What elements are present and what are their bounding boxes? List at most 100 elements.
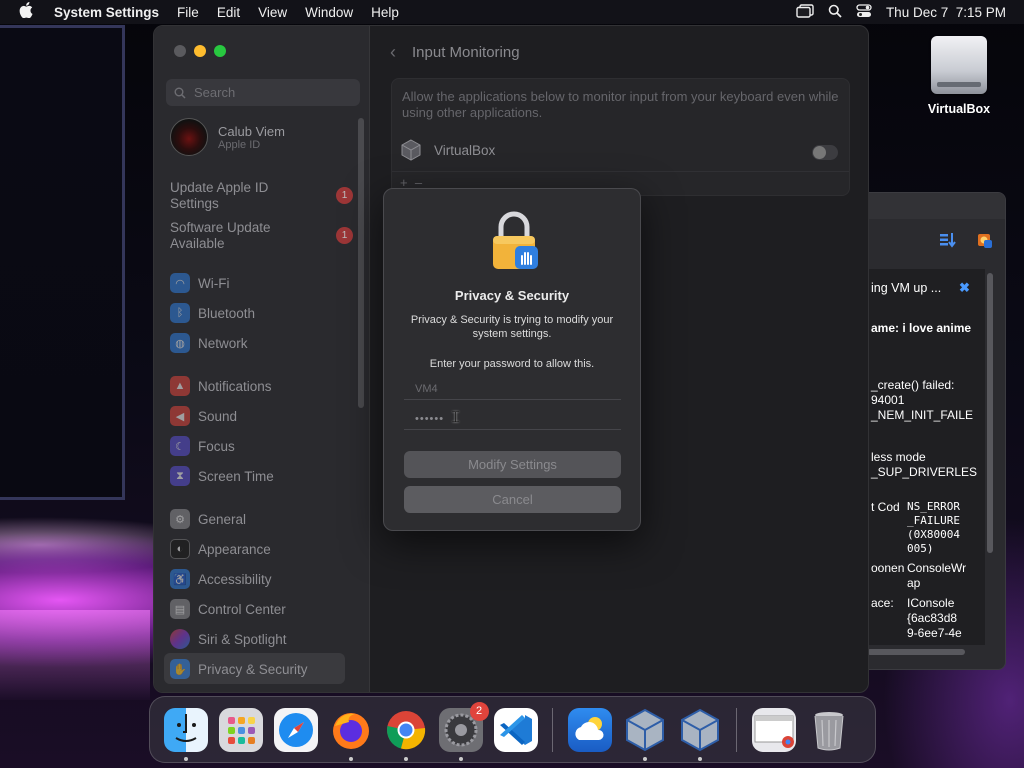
dock-launchpad[interactable] bbox=[218, 707, 263, 752]
menu-edit[interactable]: Edit bbox=[208, 5, 249, 20]
sidebar-item-label: Network bbox=[198, 335, 248, 351]
log-value: {6ac83d8 bbox=[907, 611, 958, 625]
spotlight-search-icon[interactable] bbox=[828, 4, 842, 21]
dock-chrome[interactable] bbox=[384, 708, 428, 761]
running-indicator bbox=[642, 756, 647, 761]
safari-compass-icon bbox=[278, 712, 313, 747]
log-value: NS_ERROR bbox=[907, 500, 960, 513]
menu-help[interactable]: Help bbox=[362, 5, 408, 20]
log-value: ConsoleWr bbox=[907, 561, 967, 575]
log-line: ame: i love anime bbox=[871, 321, 972, 335]
dialog-prompt: Enter your password to allow this. bbox=[429, 358, 595, 370]
control-center-icon[interactable] bbox=[856, 3, 872, 21]
apple-id-account[interactable]: Calub Viem Apple ID bbox=[170, 118, 285, 156]
menu-view[interactable]: View bbox=[249, 5, 296, 20]
sidebar-item-focus[interactable]: ☾ Focus bbox=[170, 436, 355, 456]
virtualbox-settings-icon[interactable] bbox=[975, 231, 993, 269]
dock-safari[interactable] bbox=[273, 707, 318, 752]
vertical-scrollbar[interactable] bbox=[987, 273, 993, 553]
log-line: ing VM up ... bbox=[871, 281, 942, 295]
dialog-message: Privacy & Security is trying to modify y… bbox=[410, 314, 614, 340]
sidebar-item-label: Siri & Spotlight bbox=[198, 631, 287, 647]
sidebar-item-bluetooth[interactable]: ᛒ Bluetooth bbox=[170, 303, 355, 323]
avatar bbox=[170, 118, 208, 156]
wifi-icon: ◠ bbox=[170, 273, 190, 293]
divider bbox=[392, 171, 849, 172]
software-update-item[interactable]: Software Update Available 1 bbox=[170, 220, 355, 252]
update-apple-id-item[interactable]: Update Apple ID Settings 1 bbox=[170, 180, 355, 212]
sidebar-item-appearance[interactable]: ◐ Appearance bbox=[170, 539, 355, 559]
password-field[interactable]: •••••• bbox=[404, 410, 621, 430]
dock-finder[interactable] bbox=[163, 707, 208, 761]
apple-menu-icon[interactable] bbox=[17, 2, 35, 22]
sidebar-item-general[interactable]: ⚙ General bbox=[170, 509, 355, 529]
horizontal-scrollbar[interactable] bbox=[867, 649, 965, 655]
zoom-button[interactable] bbox=[214, 45, 226, 57]
control-center-icon: ▤ bbox=[170, 599, 190, 619]
sidebar-item-sound[interactable]: ◀ Sound bbox=[170, 406, 355, 426]
sidebar-item-privacy-security[interactable]: ✋ Privacy & Security bbox=[170, 659, 355, 679]
log-line: _NEM_INIT_FAILE bbox=[871, 408, 974, 422]
dock-recent-window[interactable] bbox=[751, 707, 796, 752]
dock-weather[interactable] bbox=[567, 707, 612, 752]
dock-virtualbox[interactable] bbox=[623, 708, 667, 761]
username-field[interactable]: VM4 bbox=[404, 380, 621, 400]
modify-settings-button[interactable]: Modify Settings bbox=[404, 451, 621, 478]
window-titlebar bbox=[867, 193, 1005, 219]
stage-manager-icon[interactable] bbox=[796, 3, 814, 21]
search-icon bbox=[174, 87, 186, 99]
authentication-dialog: Privacy & Security Privacy & Security is… bbox=[383, 188, 641, 531]
virtualbox-icon bbox=[680, 708, 719, 751]
close-button[interactable] bbox=[174, 45, 186, 57]
sidebar-item-accessibility[interactable]: ♿ Accessibility bbox=[170, 569, 355, 589]
log-value: IConsole bbox=[907, 596, 955, 610]
sidebar-item-label: Sound bbox=[198, 408, 238, 424]
gear-icon: ⚙ bbox=[170, 509, 190, 529]
weather-icon bbox=[574, 716, 604, 740]
menu-window[interactable]: Window bbox=[296, 5, 362, 20]
window-controls bbox=[174, 45, 226, 57]
sidebar-item-notifications[interactable]: ▲ Notifications bbox=[170, 376, 355, 396]
sort-icon[interactable] bbox=[939, 231, 957, 269]
sidebar-item-label: Control Center bbox=[198, 601, 286, 617]
sidebar-item-label: Focus bbox=[198, 438, 235, 454]
minimize-button[interactable] bbox=[194, 45, 206, 57]
desktop-icon-label: VirtualBox bbox=[927, 102, 991, 116]
virtualbox-toggle[interactable] bbox=[812, 145, 838, 160]
menu-app-name[interactable]: System Settings bbox=[52, 5, 168, 20]
search-placeholder: Search bbox=[194, 85, 236, 100]
menubar-clock[interactable]: Thu Dec 7 7:15 PM bbox=[886, 5, 1006, 20]
dock-virtualbox-vm[interactable] bbox=[678, 708, 722, 761]
app-name: VirtualBox bbox=[434, 142, 496, 158]
sidebar-scrollbar[interactable] bbox=[358, 118, 364, 408]
dock-firefox[interactable] bbox=[329, 708, 373, 761]
account-subtitle: Apple ID bbox=[218, 138, 261, 151]
settings-sidebar: Search Calub Viem Apple ID Update Apple … bbox=[154, 26, 370, 692]
menu-file[interactable]: File bbox=[168, 5, 208, 20]
wallpaper-window-frame bbox=[0, 25, 125, 500]
log-line: t Cod bbox=[871, 500, 900, 514]
sidebar-item-network[interactable]: ◍ Network bbox=[170, 333, 355, 353]
dialog-title: Privacy & Security bbox=[454, 288, 570, 303]
running-indicator bbox=[458, 756, 463, 761]
text-cursor-icon: 𝙸 bbox=[450, 407, 462, 426]
log-line: _create() failed: bbox=[871, 378, 955, 392]
sidebar-item-wifi[interactable]: ◠ Wi-Fi bbox=[170, 273, 355, 293]
log-value: 9-6ee7-4e bbox=[907, 626, 962, 640]
sidebar-search[interactable]: Search bbox=[166, 79, 360, 106]
dock-separator bbox=[736, 707, 737, 752]
dock-trash[interactable] bbox=[807, 708, 851, 752]
virtualbox-app-icon bbox=[401, 139, 421, 161]
sidebar-item-screen-time[interactable]: ⧗ Screen Time bbox=[170, 466, 355, 486]
dock-vscode[interactable] bbox=[493, 707, 538, 752]
back-chevron-icon[interactable]: ‹ bbox=[390, 42, 396, 63]
cancel-button[interactable]: Cancel bbox=[404, 486, 621, 513]
log-line: ace: bbox=[871, 596, 894, 610]
close-icon[interactable]: ✖ bbox=[959, 280, 970, 296]
sidebar-item-label: Bluetooth bbox=[198, 305, 256, 321]
speaker-icon: ◀ bbox=[170, 406, 190, 426]
desktop-virtualbox-drive[interactable]: VirtualBox bbox=[920, 36, 998, 116]
dock-system-settings[interactable]: 2 bbox=[438, 701, 489, 761]
sidebar-item-siri-spotlight[interactable]: Siri & Spotlight bbox=[170, 629, 355, 649]
sidebar-item-control-center[interactable]: ▤ Control Center bbox=[170, 599, 355, 619]
